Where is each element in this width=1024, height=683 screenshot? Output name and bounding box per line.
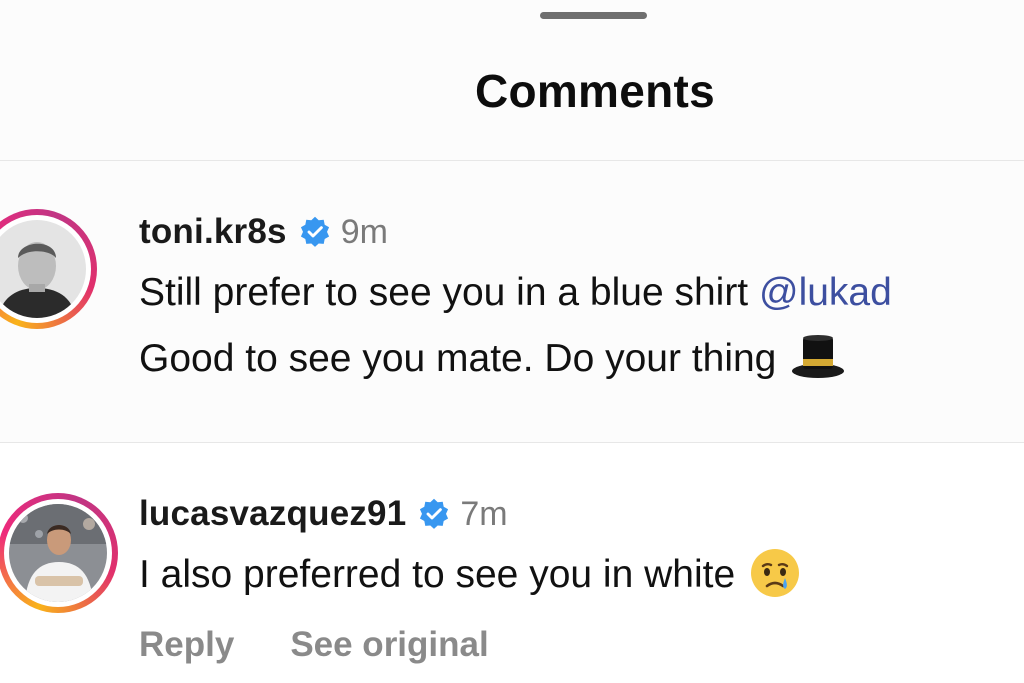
comment-actions: Reply See original <box>139 625 489 665</box>
comments-sheet-header: Comments <box>0 0 1024 161</box>
see-original-button[interactable]: See original <box>290 625 488 665</box>
verified-badge-icon <box>300 216 329 247</box>
comment-text-line-1: I also preferred to see you in white <box>139 544 801 606</box>
comment-text: I also preferred to see you in white <box>139 553 736 596</box>
username[interactable]: lucasvazquez91 <box>139 494 406 534</box>
comment-text-line-2: Good to see you mate. Do your thing <box>139 328 846 390</box>
verified-badge-icon <box>420 498 449 529</box>
comment-timestamp: 7m <box>460 494 508 533</box>
avatar-story-ring[interactable] <box>0 209 97 329</box>
crying-face-emoji-icon <box>751 548 800 597</box>
comment-text: Good to see you mate. Do your thing <box>139 337 777 380</box>
comment-timestamp: 9m <box>340 212 388 251</box>
mention-link[interactable]: @lukad <box>759 271 892 314</box>
reply-button[interactable]: Reply <box>139 625 234 665</box>
drag-handle[interactable] <box>540 12 647 19</box>
comment-text: Still prefer to see you in a blue shirt <box>139 271 759 314</box>
comment-text-line-1: Still prefer to see you in a blue shirt … <box>139 262 892 324</box>
username[interactable]: toni.kr8s <box>139 212 287 252</box>
comment-meta: toni.kr8s 9m <box>139 210 388 254</box>
comment-item: toni.kr8s 9m Still prefer to see you in … <box>0 161 1024 443</box>
avatar-story-ring[interactable] <box>0 493 118 613</box>
comment-item: lucasvazquez91 7m I also preferred to se… <box>0 443 1024 683</box>
avatar[interactable] <box>9 504 107 602</box>
comment-meta: lucasvazquez91 7m <box>139 492 508 536</box>
sheet-title: Comments <box>474 65 716 117</box>
top-hat-emoji-icon <box>792 334 845 378</box>
